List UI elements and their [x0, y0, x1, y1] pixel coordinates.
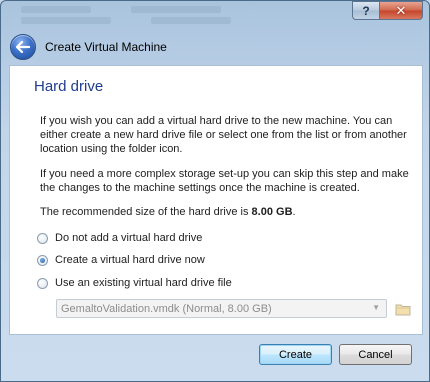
option-no-disk[interactable]: Do not add a virtual hard drive — [37, 232, 202, 244]
chevron-down-icon: ▼ — [372, 303, 380, 312]
radio-create-disk[interactable] — [37, 254, 48, 266]
radio-existing-disk[interactable] — [37, 277, 48, 289]
dialog-window: ? ✕ Create Virtual Machine Hard drive If… — [0, 0, 430, 382]
window-title: Create Virtual Machine — [45, 39, 167, 54]
option-existing-disk-label[interactable]: Use an existing virtual hard drive file — [55, 277, 232, 289]
recommended-size-value: 8.00 GB — [251, 206, 293, 218]
recommended-size-prefix: The recommended size of the hard drive i… — [40, 206, 252, 218]
option-create-disk[interactable]: Create a virtual hard drive now — [37, 254, 205, 266]
wizard-header: Create Virtual Machine — [7, 32, 425, 61]
create-button[interactable]: Create — [259, 344, 332, 365]
folder-icon — [395, 304, 411, 316]
back-arrow-icon — [16, 40, 30, 53]
recommended-size-suffix: . — [292, 206, 296, 218]
radio-selected-dot — [40, 257, 45, 263]
title-bar-buttons: ? ✕ — [352, 1, 423, 20]
browse-folder-button[interactable] — [393, 299, 413, 319]
help-button[interactable]: ? — [352, 1, 379, 20]
radio-no-disk[interactable] — [37, 232, 48, 244]
back-button[interactable] — [10, 33, 36, 60]
close-button[interactable]: ✕ — [379, 1, 423, 20]
background-window-blur — [21, 3, 301, 27]
existing-disk-select[interactable]: GemaltoValidation.vmdk (Normal, 8.00 GB)… — [56, 299, 387, 318]
option-existing-disk[interactable]: Use an existing virtual hard drive file — [37, 277, 232, 289]
storage-paragraph: If you need a more complex storage set-u… — [40, 168, 409, 194]
option-no-disk-label[interactable]: Do not add a virtual hard drive — [55, 232, 202, 244]
intro-paragraph: If you wish you can add a virtual hard d… — [40, 115, 407, 155]
page-heading: Hard drive — [34, 78, 104, 95]
existing-disk-value: GemaltoValidation.vmdk (Normal, 8.00 GB) — [61, 302, 272, 315]
wizard-page: Hard drive If you wish you can add a vir… — [9, 65, 423, 335]
option-create-disk-label[interactable]: Create a virtual hard drive now — [55, 254, 205, 266]
recommended-size-text: The recommended size of the hard drive i… — [40, 205, 410, 219]
cancel-button[interactable]: Cancel — [339, 344, 412, 365]
